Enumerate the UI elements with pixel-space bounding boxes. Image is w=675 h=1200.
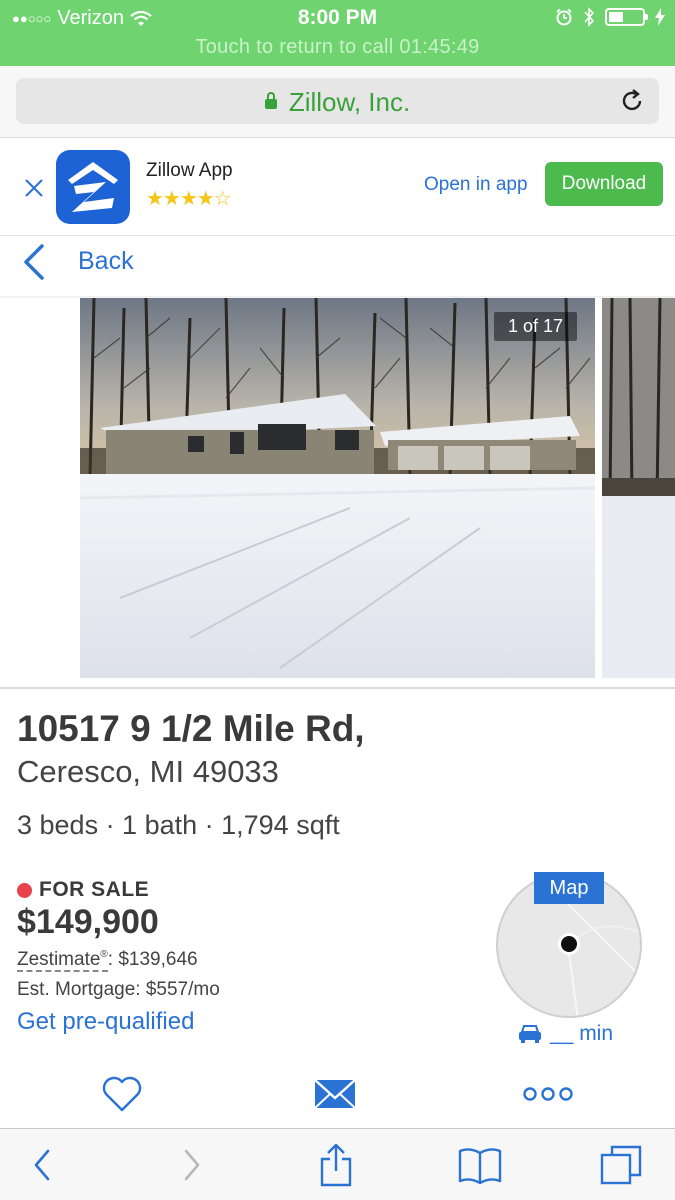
sale-status: FOR SALE (17, 878, 149, 902)
open-in-app-link[interactable]: Open in app (424, 174, 528, 196)
car-icon (519, 1025, 541, 1043)
close-icon[interactable] (20, 174, 48, 202)
browser-toolbar (0, 1128, 675, 1200)
back-link[interactable]: Back (78, 247, 134, 276)
battery-icon (605, 8, 648, 26)
download-button[interactable]: Download (545, 162, 663, 206)
zestimate-label[interactable]: Zestimate® (17, 949, 108, 972)
map-label[interactable]: Map (534, 872, 604, 904)
alarm-icon (556, 8, 572, 26)
commute-label: __ min (550, 1022, 614, 1045)
return-to-call-banner[interactable]: Touch to return to call 01:45:49 (0, 36, 675, 59)
bluetooth-icon (584, 7, 595, 27)
app-name: Zillow App (146, 160, 233, 181)
zillow-logo-icon (56, 150, 130, 224)
bookmarks-icon[interactable] (456, 1143, 504, 1187)
app-rating-stars: ★★★★☆ (146, 188, 232, 210)
home-facts: 3 beds · 1 bath · 1,794 sqft (17, 810, 340, 840)
next-photo-preview[interactable] (602, 298, 675, 678)
smart-app-banner: Zillow App ★★★★☆ Open in app Download (0, 138, 675, 236)
browser-address-area: Zillow, Inc. (0, 66, 675, 138)
mail-icon[interactable] (313, 1072, 357, 1116)
zestimate-value: : $139,646 (107, 949, 198, 970)
reload-icon[interactable] (619, 88, 645, 114)
estimated-mortgage: Est. Mortgage: $557/mo (17, 979, 220, 1000)
zestimate: Zestimate®: $139,646 (17, 949, 198, 972)
photo-gallery[interactable]: 1 of 17 (0, 298, 675, 678)
listing-actions (0, 1072, 675, 1122)
back-navigation: Back (0, 236, 675, 296)
photo-counter: 1 of 17 (493, 312, 577, 341)
forward-arrow-icon[interactable] (176, 1143, 206, 1187)
status-right (555, 7, 665, 27)
back-chevron-icon[interactable] (18, 240, 52, 284)
lock-icon (264, 92, 277, 109)
status-label: FOR SALE (39, 878, 150, 901)
address-text: Zillow, Inc. (16, 87, 659, 118)
site-name: Zillow, Inc. (288, 87, 411, 117)
heart-icon[interactable] (100, 1072, 144, 1116)
battery-level (609, 12, 623, 22)
address-bar[interactable]: Zillow, Inc. (16, 78, 659, 124)
charging-icon (655, 8, 665, 26)
listing-photo[interactable]: 1 of 17 (80, 298, 595, 678)
more-icon[interactable] (522, 1072, 574, 1116)
get-prequalified-link[interactable]: Get pre-qualified (17, 1008, 194, 1036)
status-bar: ●●○○○ Verizon 8:00 PM Touch to return to… (0, 0, 675, 66)
tabs-icon[interactable] (598, 1143, 644, 1187)
divider (0, 687, 675, 689)
map-pin-icon (561, 936, 577, 952)
listing-price: $149,900 (17, 903, 159, 941)
share-icon[interactable] (318, 1143, 354, 1187)
status-dot-icon (17, 882, 32, 898)
back-arrow-icon[interactable] (28, 1143, 58, 1187)
address-street: 10517 9 1/2 Mile Rd, (17, 708, 365, 749)
address-city: Ceresco, MI 49033 (17, 754, 279, 789)
commute-time[interactable]: __ min (518, 1022, 613, 1046)
status-row: ●●○○○ Verizon 8:00 PM (0, 4, 675, 32)
